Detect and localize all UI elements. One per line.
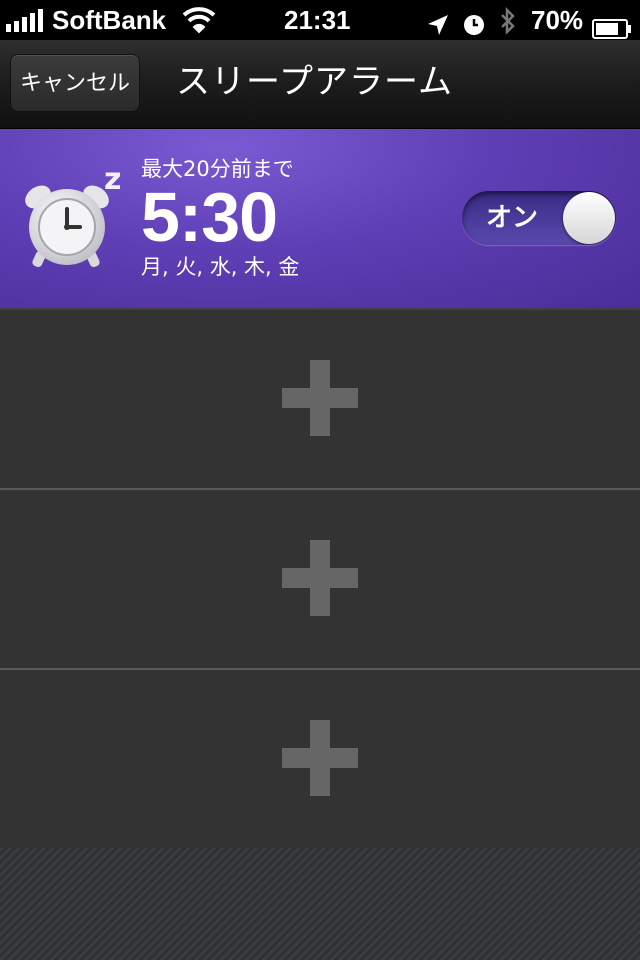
add-alarm-slot-3[interactable] [0, 670, 640, 848]
toggle-knob[interactable] [563, 192, 615, 244]
background-pattern [0, 848, 640, 960]
toggle-label: オン [486, 203, 539, 233]
svg-text:z: z [104, 163, 121, 197]
plus-icon[interactable] [282, 360, 358, 436]
status-bar: SoftBank 21:31 70% [0, 0, 640, 40]
plus-icon[interactable] [282, 720, 358, 796]
wifi-icon [182, 4, 216, 44]
add-alarm-slot-2[interactable] [0, 490, 640, 670]
battery-percent: 70% [531, 5, 584, 35]
add-alarm-slot-1[interactable] [0, 310, 640, 490]
signal-icon [6, 8, 43, 32]
page-title: スリープアラーム [176, 62, 453, 102]
navigation-bar: キャンセル スリープアラーム [0, 40, 640, 129]
alarm-days: 月, 火, 水, 木, 金 [141, 255, 300, 279]
alarm-item[interactable]: z 最大20分前まで 5:30 月, 火, 水, 木, 金 オン [0, 129, 640, 310]
carrier-name: SoftBank [52, 5, 167, 35]
status-time: 21:31 [284, 5, 351, 35]
alarm-time: 5:30 [141, 178, 278, 256]
cancel-button[interactable]: キャンセル [10, 54, 140, 112]
alarm-clock-icon: z [22, 162, 132, 283]
alarm-toggle[interactable]: オン [462, 191, 616, 245]
plus-icon[interactable] [282, 540, 358, 616]
